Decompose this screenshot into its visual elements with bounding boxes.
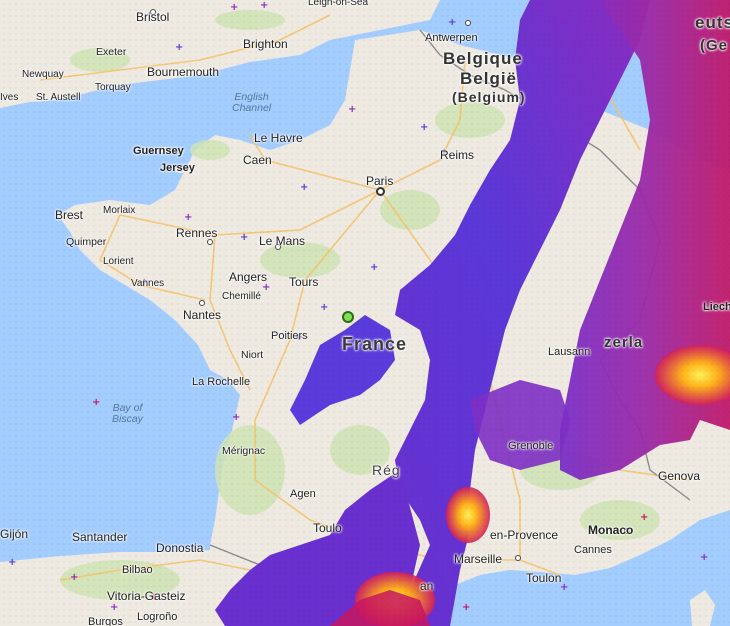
country-label-belgium-en: (Belgium) [452, 89, 526, 105]
city-label-torquay[interactable]: Torquay [95, 83, 131, 93]
region-label-partial: Rég [372, 462, 401, 478]
city-label-logrono[interactable]: Logroño [137, 612, 177, 623]
country-label-germany-2: (Ge [700, 37, 729, 54]
city-dot-paris[interactable] [376, 187, 385, 196]
country-label-belgium-nl: België [460, 69, 518, 88]
city-label-donostia[interactable]: Donostia [156, 542, 203, 554]
bay-of-biscay-label: Bay of Biscay [112, 402, 143, 425]
svg-text:+: + [175, 42, 183, 53]
city-label-angers[interactable]: Angers [229, 271, 267, 283]
city-label-guernsey[interactable]: Guernsey [133, 146, 184, 157]
city-label-ives[interactable]: Ives [0, 93, 18, 103]
svg-text:+: + [348, 104, 356, 115]
city-label-leigh-on-sea[interactable]: Leigh-on-Sea [308, 0, 368, 8]
city-label-quimper[interactable]: Quimper [66, 237, 106, 248]
svg-text:+: + [8, 557, 16, 568]
city-label-lorient[interactable]: Lorient [103, 257, 134, 267]
city-label-genova[interactable]: Genova [658, 470, 700, 482]
city-dot-nantes[interactable] [199, 300, 205, 306]
city-label-st-austell[interactable]: St. Austell [36, 93, 80, 103]
city-label-nantes[interactable]: Nantes [183, 309, 221, 321]
city-label-niort[interactable]: Niort [241, 350, 263, 361]
svg-text:+: + [370, 262, 378, 273]
country-label-france: France [342, 334, 408, 354]
city-label-marseille[interactable]: Marseille [454, 553, 502, 565]
city-dot-marseille[interactable] [515, 555, 521, 561]
english-channel-label: English Channel [232, 91, 272, 114]
city-label-santander[interactable]: Santander [72, 531, 127, 543]
svg-text:+: + [560, 12, 568, 23]
city-label-grenoble[interactable]: Grenoble [508, 441, 553, 452]
city-label-exeter[interactable]: Exeter [96, 47, 126, 58]
city-label-caen[interactable]: Caen [243, 154, 272, 166]
lightning-map[interactable]: + + + + + + + + + + + + + + + + + + + + … [0, 0, 730, 626]
city-label-liech[interactable]: Liech [703, 302, 730, 313]
svg-text:+: + [320, 302, 328, 313]
city-label-antwerpen[interactable]: Antwerpen [425, 33, 478, 44]
city-label-bournemouth[interactable]: Bournemouth [147, 66, 219, 78]
svg-text:+: + [240, 232, 248, 243]
city-label-vannes[interactable]: Vannes [131, 279, 164, 289]
svg-text:+: + [232, 412, 240, 423]
svg-text:+: + [700, 552, 708, 563]
city-dot-antwerpen[interactable] [465, 20, 471, 26]
city-label-cannes[interactable]: Cannes [574, 545, 612, 556]
city-label-chemille[interactable]: Chemillé [222, 292, 261, 302]
city-label-poitiers[interactable]: Poitiers [271, 331, 308, 342]
city-label-bristol[interactable]: Bristol [136, 11, 169, 23]
country-label-switzerland: zerla [604, 334, 644, 351]
svg-text:+: + [184, 212, 192, 223]
location-pin-icon[interactable] [342, 311, 354, 323]
city-label-morlaix[interactable]: Morlaix [103, 206, 135, 216]
city-label-partial-an[interactable]: an [420, 580, 433, 592]
city-label-bilbao[interactable]: Bilbao [122, 565, 153, 576]
city-label-brest[interactable]: Brest [55, 209, 83, 221]
country-label-germany-1: euts [695, 13, 730, 32]
svg-text:+: + [640, 512, 648, 523]
city-label-merignac[interactable]: Mérignac [222, 446, 265, 457]
city-label-gijon[interactable]: Gijón [0, 528, 28, 540]
svg-text:+: + [260, 0, 268, 11]
svg-text:+: + [70, 572, 78, 583]
svg-text:+: + [110, 602, 118, 613]
svg-text:+: + [92, 397, 100, 408]
country-label-belgium-fr: Belgique [443, 49, 523, 68]
city-label-newquay[interactable]: Newquay [22, 70, 64, 80]
city-label-le-havre[interactable]: Le Havre [254, 132, 303, 144]
city-label-le-mans[interactable]: Le Mans [259, 235, 305, 247]
city-label-reims[interactable]: Reims [440, 149, 474, 161]
city-label-vitoria[interactable]: Vitoria-Gasteiz [107, 590, 185, 602]
city-label-burgos[interactable]: Burgos [88, 617, 123, 626]
city-label-toulon[interactable]: Toulon [526, 572, 561, 584]
city-label-paris[interactable]: Paris [366, 175, 393, 187]
city-label-agen[interactable]: Agen [290, 489, 316, 500]
svg-text:+: + [420, 122, 428, 133]
svg-text:+: + [448, 17, 456, 28]
city-label-monaco[interactable]: Monaco [588, 524, 633, 536]
city-label-rennes[interactable]: Rennes [176, 227, 217, 239]
city-label-la-rochelle[interactable]: La Rochelle [192, 377, 250, 388]
svg-text:+: + [230, 2, 238, 13]
city-label-aix-en-provence[interactable]: en-Provence [490, 529, 558, 541]
svg-text:+: + [462, 602, 470, 613]
city-label-toulouse[interactable]: Toulo [313, 522, 342, 534]
city-label-lausanne[interactable]: Lausann [548, 347, 590, 358]
city-label-tours[interactable]: Tours [289, 276, 318, 288]
city-label-brighton[interactable]: Brighton [243, 38, 288, 50]
city-label-jersey[interactable]: Jersey [160, 163, 195, 174]
svg-text:+: + [300, 182, 308, 193]
